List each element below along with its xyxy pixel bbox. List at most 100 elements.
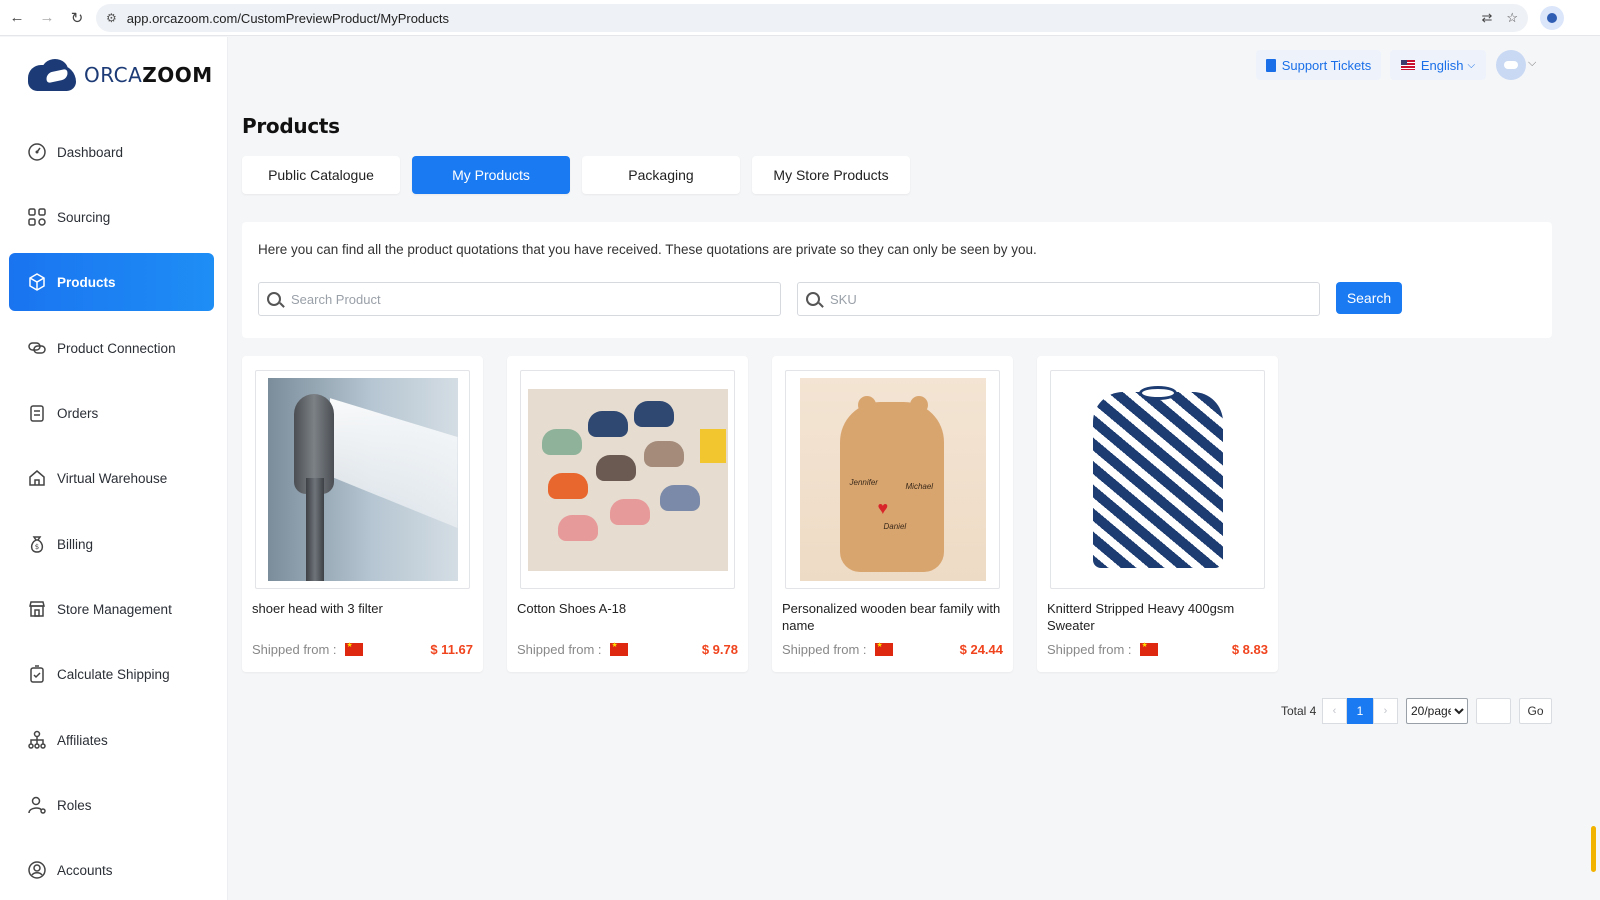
tab-my-products[interactable]: My Products [412,156,570,194]
product-card[interactable]: Knitterd Stripped Heavy 400gsm Sweater S… [1037,356,1278,672]
search-icon [267,292,281,306]
shipped-from: Shipped from : [782,641,893,657]
search-product-field[interactable] [258,282,781,316]
product-name[interactable]: Cotton Shoes A-18 [517,600,739,617]
sidebar-item-calculate-shipping[interactable]: Calculate Shipping [9,645,214,703]
product-name[interactable]: Knitterd Stripped Heavy 400gsm Sweater [1047,600,1269,634]
address-bar[interactable]: ⚙ app.orcazoom.com/CustomPreviewProduct/… [96,4,1528,32]
chevron-down-icon[interactable]: ⌵ [1528,57,1536,70]
product-name[interactable]: shoer head with 3 filter [252,600,474,617]
product-image[interactable] [520,370,735,589]
sidebar-item-roles[interactable]: Roles [9,776,214,834]
sidebar-item-sourcing[interactable]: Sourcing [9,188,214,246]
support-tickets-button[interactable]: Support Tickets [1256,50,1381,80]
site-settings-icon[interactable]: ⚙ [106,11,117,25]
reload-icon[interactable]: ↻ [64,5,90,31]
product-price: $ 24.44 [959,642,1003,657]
language-selector[interactable]: English ⌵ [1390,50,1486,80]
tab-public-catalogue[interactable]: Public Catalogue [242,156,400,194]
sidebar-item-accounts[interactable]: Accounts [9,841,214,899]
page-size-select[interactable]: 20/page [1406,698,1468,724]
sidebar-item-orders[interactable]: Orders [9,384,214,442]
wooden-bear-image: Jennifer Michael Daniel ♥ [799,378,986,581]
sidebar-item-label: Virtual Warehouse [57,470,168,486]
sidebar-item-label: Store Management [57,601,172,617]
orcazoom-logo[interactable]: ORCAZOOM [28,53,213,97]
product-card[interactable]: shoer head with 3 filter Shipped from : … [242,356,483,672]
shipped-from: Shipped from : [517,641,628,657]
account-icon [27,860,47,880]
sku-field[interactable] [797,282,1320,316]
document-icon [1265,58,1276,72]
sidebar-item-label: Product Connection [57,340,176,356]
sidebar-item-product-connection[interactable]: Product Connection [9,319,214,377]
language-label: English [1420,57,1464,73]
sidebar: ORCAZOOM Dashboard Sourcing Products Pro… [0,37,228,900]
browser-toolbar: ← → ↻ ⚙ app.orcazoom.com/CustomPreviewPr… [0,0,1600,36]
sidebar-item-store-management[interactable]: Store Management [9,580,214,638]
page-title: Products [242,114,340,138]
next-page-button[interactable]: › [1373,698,1398,724]
product-image[interactable]: Jennifer Michael Daniel ♥ [785,370,1000,589]
sidebar-item-label: Products [57,274,116,290]
forward-arrow-icon[interactable]: → [34,5,60,31]
svg-text:$: $ [35,543,39,551]
product-image[interactable] [1050,370,1265,589]
china-flag-icon [609,641,628,656]
product-image[interactable] [255,370,470,589]
back-arrow-icon[interactable]: ← [4,5,30,31]
link-icon [27,338,47,358]
box-icon [27,272,47,292]
go-button[interactable]: Go [1519,698,1552,724]
sidebar-item-virtual-warehouse[interactable]: Virtual Warehouse [9,449,214,507]
scrollbar-indicator[interactable] [1591,826,1596,872]
network-icon [27,730,47,750]
logo-text: ORCAZOOM [84,63,213,87]
sidebar-item-label: Affiliates [57,732,108,748]
search-button[interactable]: Search [1336,282,1402,314]
store-icon [27,599,47,619]
page-jump-input[interactable] [1476,698,1511,724]
sku-input[interactable] [830,291,1292,307]
product-name[interactable]: Personalized wooden bear family with nam… [782,600,1004,634]
prev-page-button[interactable]: ‹ [1322,698,1347,724]
tab-packaging[interactable]: Packaging [582,156,740,194]
shipped-from: Shipped from : [252,641,363,657]
dashboard-icon [27,142,47,162]
product-card[interactable]: Jennifer Michael Daniel ♥ Personalized w… [772,356,1013,672]
user-avatar[interactable] [1496,50,1526,80]
sidebar-item-label: Accounts [57,862,113,878]
bookmark-star-icon[interactable]: ☆ [1506,10,1518,26]
search-icon [806,292,820,306]
sidebar-item-billing[interactable]: $ Billing [9,515,214,573]
sidebar-item-label: Roles [57,797,92,813]
product-card[interactable]: Cotton Shoes A-18 Shipped from : $ 9.78 [507,356,748,672]
browser-profile-icon[interactable] [1540,6,1564,30]
search-product-input[interactable] [291,291,753,307]
cotton-shoes-image [527,388,728,571]
sidebar-item-affiliates[interactable]: Affiliates [9,711,214,769]
calculator-icon [27,664,47,684]
china-flag-icon [344,641,363,656]
sidebar-item-products[interactable]: Products [9,253,214,311]
heart-icon: ♥ [877,498,889,518]
translate-icon[interactable]: ⇄ [1481,10,1492,26]
china-flag-icon [874,641,893,656]
sidebar-item-label: Billing [57,536,94,552]
quotations-note: Here you can find all the product quotat… [258,242,1037,257]
house-icon [27,468,47,488]
shower-head-image [267,378,458,581]
product-price: $ 8.83 [1231,642,1268,657]
shipped-from: Shipped from : [1047,641,1158,657]
support-tickets-label: Support Tickets [1281,57,1372,73]
sidebar-item-label: Calculate Shipping [57,666,170,682]
page-number-current[interactable]: 1 [1347,698,1373,724]
sidebar-item-label: Dashboard [57,144,124,160]
us-flag-icon [1400,60,1415,70]
china-flag-icon [1139,641,1158,656]
sidebar-item-dashboard[interactable]: Dashboard [9,123,214,181]
orca-cloud-logo-icon [28,57,80,93]
product-price: $ 11.67 [430,642,473,657]
tab-my-store-products[interactable]: My Store Products [752,156,910,194]
grid-icon [27,207,47,227]
